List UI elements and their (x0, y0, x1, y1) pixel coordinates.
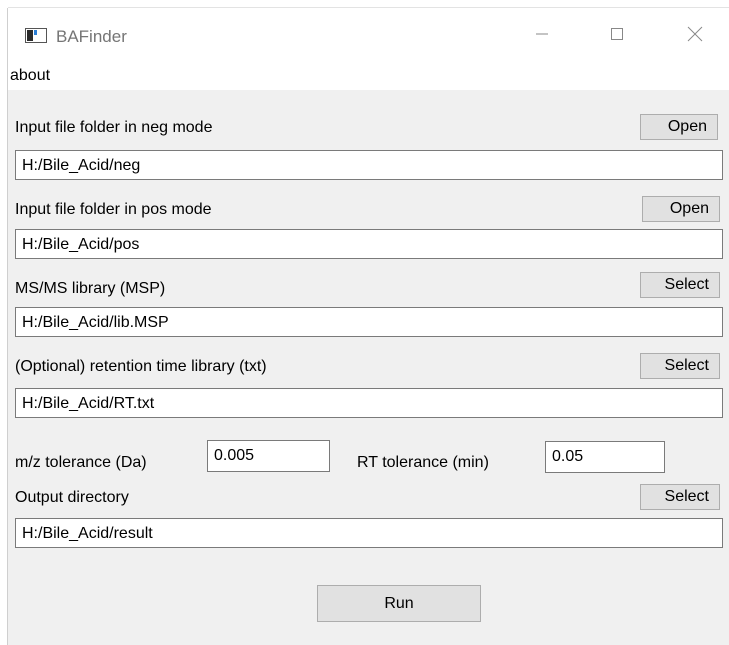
rt-library-input[interactable]: H:/Bile_Acid/RT.txt (15, 388, 723, 418)
rt-library-select-button[interactable]: Select (640, 353, 720, 379)
output-select-button[interactable]: Select (640, 484, 720, 510)
rt-library-label: (Optional) retention time library (txt) (15, 358, 267, 375)
mz-tolerance-label: m/z tolerance (Da) (15, 454, 147, 471)
neg-open-button[interactable]: Open (640, 114, 718, 140)
maximize-button[interactable] (594, 16, 640, 52)
neg-folder-label: Input file folder in neg mode (15, 119, 213, 136)
pos-folder-input[interactable]: H:/Bile_Acid/pos (15, 229, 723, 259)
rt-tolerance-input[interactable]: 0.05 (545, 441, 665, 473)
rt-tolerance-label: RT tolerance (min) (357, 454, 489, 471)
minimize-icon (536, 33, 548, 35)
pos-open-button[interactable]: Open (642, 196, 720, 222)
neg-folder-input[interactable]: H:/Bile_Acid/neg (15, 150, 723, 180)
pos-folder-label: Input file folder in pos mode (15, 201, 212, 218)
output-directory-input[interactable]: H:/Bile_Acid/result (15, 518, 723, 548)
mz-tolerance-input[interactable]: 0.005 (207, 440, 330, 472)
menu-bar: about (8, 62, 729, 90)
app-icon (25, 28, 47, 43)
run-button[interactable]: Run (317, 585, 481, 622)
close-icon (687, 26, 703, 42)
bafinder-window: BAFinder about Input file folder in neg … (8, 8, 729, 645)
msms-library-input[interactable]: H:/Bile_Acid/lib.MSP (15, 307, 723, 337)
minimize-button[interactable] (519, 16, 565, 52)
maximize-icon (611, 28, 623, 40)
output-directory-label: Output directory (15, 489, 129, 506)
msms-library-label: MS/MS library (MSP) (15, 280, 166, 297)
title-bar[interactable]: BAFinder (8, 8, 729, 62)
close-button[interactable] (672, 16, 718, 52)
menu-about[interactable]: about (10, 67, 50, 85)
msms-select-button[interactable]: Select (640, 272, 720, 298)
window-title: BAFinder (56, 27, 127, 46)
